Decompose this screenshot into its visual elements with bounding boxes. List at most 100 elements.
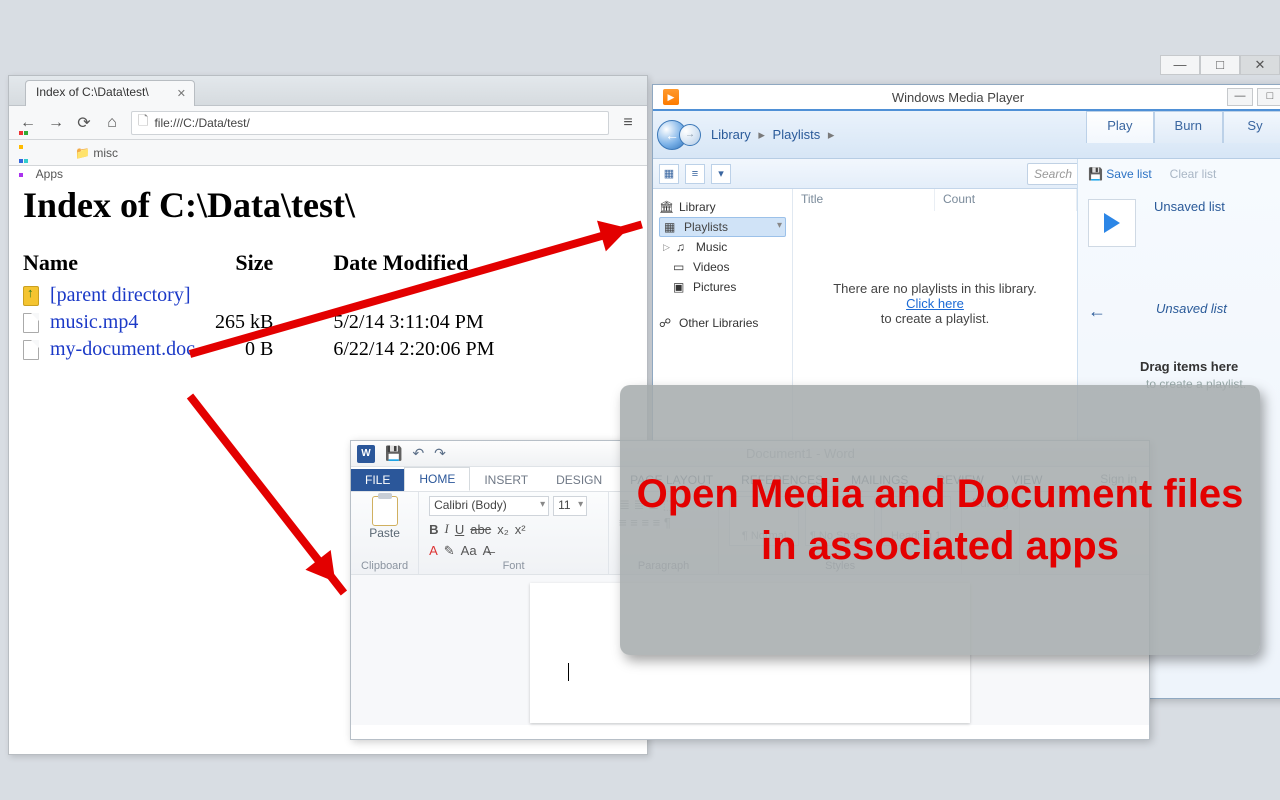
create-playlist-link[interactable]: Click here	[906, 296, 964, 311]
highlight-button[interactable]: ✎	[444, 543, 455, 559]
bookmark-misc[interactable]: 📁 misc	[75, 146, 118, 160]
subscript-button[interactable]: x₂	[497, 522, 509, 537]
tab-title: Index of C:\Data\test\	[36, 85, 149, 99]
play-icon	[1104, 213, 1120, 233]
menu-button[interactable]: ≡	[619, 114, 637, 132]
paste-button[interactable]: Paste	[361, 496, 408, 540]
qat-undo-button[interactable]: ↶	[412, 445, 424, 462]
breadcrumb[interactable]: Library ▸ Playlists ▸	[711, 127, 838, 143]
tree-library[interactable]: 🏛 Library	[659, 197, 786, 217]
wmp-app-icon	[663, 89, 679, 105]
apps-label: Apps	[36, 167, 63, 181]
wmp-title-text: Windows Media Player	[689, 90, 1227, 105]
address-bar[interactable]: 🗋 file:///C:/Data/test/	[131, 111, 609, 135]
italic-button[interactable]: I	[444, 521, 448, 537]
view-options-button[interactable]: ▾	[711, 164, 731, 184]
browser-toolbar: ← → ⟳ ⌂ 🗋 file:///C:/Data/test/ ≡	[9, 106, 647, 140]
close-tab-icon[interactable]: ✕	[177, 87, 186, 100]
strike-button[interactable]: abc	[470, 522, 491, 537]
file-row[interactable]: my-document.doc 0 B 6/22/14 2:20:06 PM	[23, 336, 514, 363]
tree-pictures[interactable]: ▣ Pictures	[659, 277, 786, 297]
font-format-row-2: A ✎ Aa A̶	[429, 543, 598, 559]
apps-shortcut[interactable]: Apps	[19, 125, 63, 181]
tab-burn[interactable]: Burn	[1154, 111, 1223, 143]
collapse-pane-button[interactable]: ←	[1088, 301, 1106, 322]
folder-icon: 📁	[75, 146, 90, 160]
file-icon	[23, 340, 39, 360]
playlist-icon: ▦	[664, 220, 678, 234]
change-case-button[interactable]: Aa	[461, 543, 477, 558]
wmp-toolbar: ← → Library ▸ Playlists ▸ Play Burn Sy	[653, 111, 1280, 159]
group-label: Clipboard	[361, 560, 408, 572]
wmp-forward-button[interactable]: →	[679, 124, 701, 146]
page-body: Index of C:\Data\test\ Name Size Date Mo…	[9, 166, 647, 381]
pictures-icon: ▣	[673, 280, 687, 294]
parent-directory-link[interactable]: [parent directory]	[50, 284, 190, 306]
font-size-select[interactable]: 11	[553, 496, 587, 516]
nav-buttons: ← →	[657, 112, 703, 158]
reload-button[interactable]: ⟳	[75, 113, 93, 133]
col-name: Name	[23, 250, 215, 282]
expand-icon[interactable]: ▷	[663, 242, 670, 253]
save-icon: 💾	[1088, 167, 1103, 181]
tree-other-libraries[interactable]: ☍ Other Libraries	[659, 313, 786, 333]
superscript-button[interactable]: x²	[515, 522, 526, 537]
breadcrumb-root[interactable]: Library	[711, 127, 751, 142]
desktop-window-controls: — □ ✕	[1160, 55, 1280, 75]
wmp-titlebar: Windows Media Player — □	[653, 85, 1280, 111]
desktop-maximize-button[interactable]: □	[1200, 55, 1240, 75]
tab-insert[interactable]: INSERT	[470, 469, 542, 491]
qat-save-button[interactable]: 💾	[385, 445, 402, 462]
underline-button[interactable]: U	[455, 522, 464, 537]
clear-formatting-button[interactable]: A̶	[483, 543, 492, 558]
tree-playlists[interactable]: ▦ Playlists	[659, 217, 786, 237]
chevron-right-icon: ▸	[758, 127, 765, 142]
tab-play[interactable]: Play	[1086, 111, 1153, 143]
organize-button[interactable]: ▦	[659, 164, 679, 184]
wmp-minimize-button[interactable]: —	[1227, 88, 1253, 106]
library-icon: 🏛	[659, 200, 673, 214]
tree-videos[interactable]: ▭ Videos	[659, 257, 786, 277]
paste-label: Paste	[369, 526, 400, 540]
file-link[interactable]: music.mp4	[50, 311, 138, 333]
group-clipboard: Paste Clipboard	[351, 492, 419, 574]
tab-file[interactable]: FILE	[351, 469, 404, 491]
home-button[interactable]: ⌂	[103, 114, 121, 132]
tab-home[interactable]: HOME	[404, 467, 470, 491]
tree-music[interactable]: ▷ ♫ Music	[659, 237, 786, 257]
play-placeholder	[1088, 199, 1136, 247]
col-title[interactable]: Title	[793, 189, 935, 211]
browser-tab[interactable]: Index of C:\Data\test\ ✕	[25, 80, 195, 106]
file-icon	[23, 313, 39, 333]
empty-state: There are no playlists in this library. …	[793, 281, 1077, 326]
network-icon: ☍	[659, 316, 673, 330]
font-name-select[interactable]: Calibri (Body)	[429, 496, 549, 516]
desktop-close-button[interactable]: ✕	[1240, 55, 1280, 75]
wmp-maximize-button[interactable]: □	[1257, 88, 1280, 106]
file-date: 5/2/14 3:11:04 PM	[333, 309, 514, 336]
save-list-button[interactable]: 💾 Save list	[1088, 167, 1152, 181]
tab-sync[interactable]: Sy	[1223, 111, 1280, 143]
url-text: file:///C:/Data/test/	[154, 116, 249, 130]
col-count[interactable]: Count	[935, 189, 1077, 211]
stream-button[interactable]: ≡	[685, 164, 705, 184]
file-date: 6/22/14 2:20:06 PM	[333, 336, 514, 363]
tree-label: Pictures	[693, 280, 736, 294]
empty-line2: to create a playlist.	[793, 311, 1077, 326]
column-headers: Title Count	[793, 189, 1077, 211]
tab-design[interactable]: DESIGN	[542, 469, 616, 491]
clear-list-button[interactable]: Clear list	[1170, 167, 1217, 181]
save-list-label: Save list	[1106, 167, 1151, 181]
bookmark-misc-label: misc	[93, 146, 118, 160]
file-link[interactable]: my-document.doc	[50, 338, 195, 360]
font-color-button[interactable]: A	[429, 543, 438, 558]
group-label: Font	[429, 560, 598, 572]
bold-button[interactable]: B	[429, 522, 438, 537]
desktop-minimize-button[interactable]: —	[1160, 55, 1200, 75]
qat-redo-button[interactable]: ↷	[434, 445, 446, 462]
tree-label: Other Libraries	[679, 316, 758, 330]
clipboard-icon	[372, 496, 398, 526]
word-app-icon: W	[357, 445, 375, 463]
music-icon: ♫	[676, 240, 690, 254]
breadcrumb-node[interactable]: Playlists	[773, 127, 821, 142]
